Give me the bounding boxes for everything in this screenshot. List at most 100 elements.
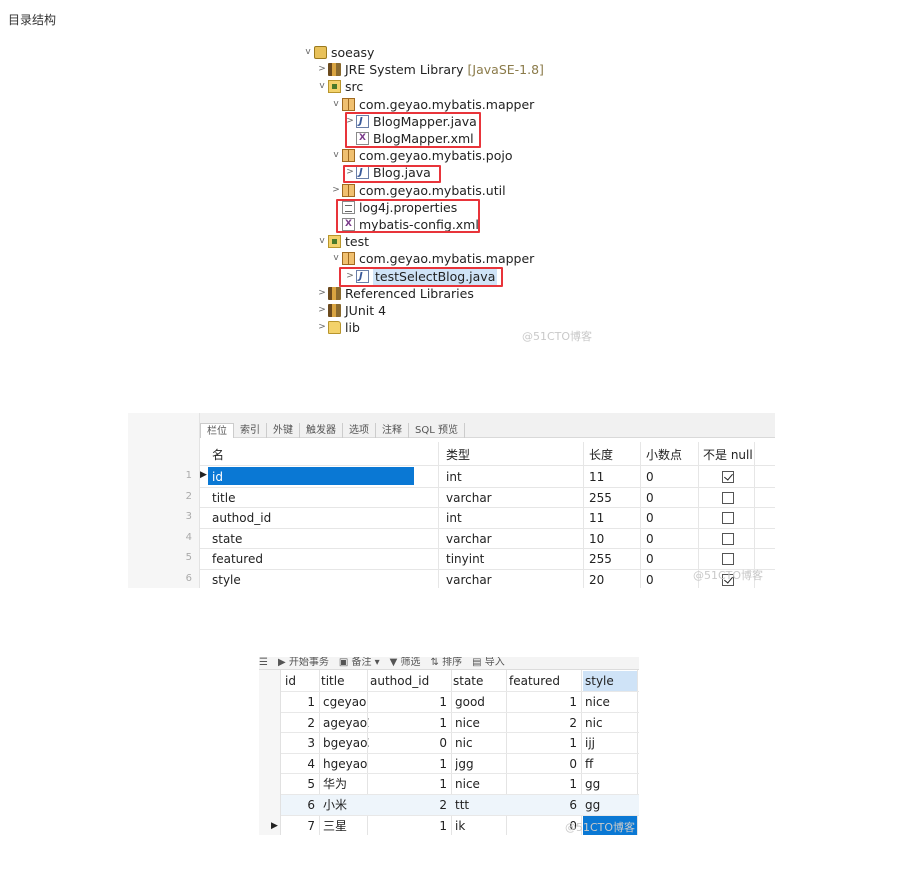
grid-cell-style[interactable]: gg — [585, 795, 637, 815]
chevron-right-icon[interactable]: > — [330, 182, 342, 199]
designer-cell-decimals[interactable]: 0 — [646, 571, 654, 588]
tree-item[interactable]: v com.geyao.mybatis.pojo — [330, 147, 512, 164]
grid-cell-id[interactable]: 2 — [283, 713, 315, 733]
designer-cell-type[interactable]: varchar — [446, 530, 492, 548]
designer-tab[interactable]: 索引 — [234, 423, 267, 438]
designer-cell-length[interactable]: 255 — [589, 489, 612, 507]
designer-column-header[interactable]: 名 — [212, 446, 224, 464]
chevron-down-icon[interactable]: v — [316, 78, 328, 95]
toolbar-button[interactable]: ▤ 导入 — [472, 657, 505, 668]
designer-cell-decimals[interactable]: 0 — [646, 509, 654, 527]
grid-cell-title[interactable]: 华为 — [323, 774, 369, 794]
grid-cell-id[interactable]: 4 — [283, 754, 315, 774]
designer-tab[interactable]: SQL 预览 — [409, 423, 465, 438]
grid-cell-state[interactable]: ik — [455, 816, 507, 835]
grid-cell-state[interactable]: nic — [455, 733, 507, 753]
grid-cell-state[interactable]: nice — [455, 713, 507, 733]
grid-cell-state[interactable]: nice — [455, 774, 507, 794]
grid-cell-id[interactable]: 7 — [283, 816, 315, 835]
grid-cell-authod-id[interactable]: 1 — [368, 774, 447, 794]
grid-column-header[interactable]: id — [285, 671, 315, 691]
designer-cell-type[interactable]: varchar — [446, 571, 492, 588]
designer-cell-length[interactable]: 20 — [589, 571, 604, 588]
designer-cell-length[interactable]: 11 — [589, 468, 604, 486]
grid-cell-featured[interactable]: 1 — [507, 774, 577, 794]
grid-cell-style[interactable]: nic — [585, 713, 637, 733]
grid-column-header[interactable]: style — [583, 671, 637, 691]
tree-item[interactable]: > Referenced Libraries — [316, 285, 474, 302]
not-null-checkbox[interactable] — [722, 491, 734, 504]
tree-item[interactable]: v src — [316, 78, 363, 95]
grid-cell-style[interactable]: nice — [585, 692, 637, 712]
grid-column-header[interactable]: authod_id — [370, 671, 450, 691]
tree-item[interactable]: v soeasy — [302, 44, 374, 61]
designer-column-header[interactable]: 类型 — [446, 446, 470, 464]
grid-cell-title[interactable]: cgeyao — [323, 692, 369, 712]
designer-cell-length[interactable]: 11 — [589, 509, 604, 527]
designer-cell-type[interactable]: int — [446, 509, 462, 527]
designer-cell-length[interactable]: 10 — [589, 530, 604, 548]
toolbar-button[interactable]: ▣ 备注 ▾ — [339, 657, 380, 668]
designer-column-header[interactable]: 长度 — [589, 446, 613, 464]
grid-cell-id[interactable]: 5 — [283, 774, 315, 794]
grid-cell-id[interactable]: 6 — [283, 795, 315, 815]
designer-cell-name[interactable]: style — [212, 571, 241, 588]
grid-cell-featured[interactable]: 0 — [507, 754, 577, 774]
grid-cell-featured[interactable]: 1 — [507, 692, 577, 712]
designer-cell-decimals[interactable]: 0 — [646, 550, 654, 568]
not-null-checkbox[interactable] — [722, 532, 734, 545]
tree-item[interactable]: > lib — [316, 319, 360, 336]
designer-cell-decimals[interactable]: 0 — [646, 489, 654, 507]
designer-cell-name[interactable]: state — [212, 530, 242, 548]
chevron-down-icon[interactable]: v — [330, 250, 342, 267]
grid-column-header[interactable]: title — [321, 671, 369, 691]
grid-cell-featured[interactable]: 2 — [507, 713, 577, 733]
grid-cell-state[interactable]: jgg — [455, 754, 507, 774]
grid-cell-authod-id[interactable]: 0 — [368, 733, 447, 753]
grid-cell-authod-id[interactable]: 1 — [368, 816, 447, 835]
grid-cell-style[interactable]: ijj — [585, 733, 637, 753]
grid-cell-authod-id[interactable]: 1 — [368, 713, 447, 733]
designer-cell-decimals[interactable]: 0 — [646, 530, 654, 548]
designer-cell-name[interactable]: featured — [212, 550, 263, 568]
grid-cell-state[interactable]: ttt — [455, 795, 507, 815]
tree-item[interactable]: > JRE System Library [JavaSE-1.8] — [316, 61, 544, 78]
designer-cell-type[interactable]: tinyint — [446, 550, 484, 568]
grid-cell-title[interactable]: bgeyao3 — [323, 733, 369, 753]
grid-cell-title[interactable]: 小米 — [323, 795, 369, 815]
tree-item[interactable]: > com.geyao.mybatis.util — [330, 182, 505, 199]
designer-column-header[interactable]: 小数点 — [646, 446, 682, 464]
not-null-checkbox[interactable] — [722, 471, 734, 483]
grid-cell-authod-id[interactable]: 1 — [368, 754, 447, 774]
toolbar-button[interactable]: ▶ 开始事务 — [278, 657, 329, 668]
chevron-down-icon[interactable]: v — [316, 233, 328, 250]
chevron-down-icon[interactable]: v — [330, 147, 342, 164]
toolbar-button[interactable]: ☰ — [259, 657, 268, 668]
designer-column-header[interactable]: 不是 null — [703, 446, 753, 464]
designer-cell-length[interactable]: 255 — [589, 550, 612, 568]
grid-cell-authod-id[interactable]: 2 — [368, 795, 447, 815]
grid-cell-title[interactable]: hgeyao — [323, 754, 369, 774]
designer-cell-decimals[interactable]: 0 — [646, 468, 654, 486]
designer-tab[interactable]: 注释 — [376, 423, 409, 438]
grid-cell-featured[interactable]: 6 — [507, 795, 577, 815]
tree-item[interactable]: v com.geyao.mybatis.mapper — [330, 250, 534, 267]
designer-tab[interactable]: 触发器 — [300, 423, 343, 438]
not-null-checkbox[interactable] — [722, 512, 734, 525]
designer-cell-name[interactable]: id — [212, 468, 223, 486]
grid-column-header[interactable]: featured — [509, 671, 581, 691]
designer-tab[interactable]: 栏位 — [200, 423, 234, 438]
designer-cell-name[interactable]: title — [212, 489, 235, 507]
designer-cell-type[interactable]: int — [446, 468, 462, 486]
not-null-checkbox[interactable] — [722, 553, 734, 566]
designer-cell-type[interactable]: varchar — [446, 489, 492, 507]
grid-cell-state[interactable]: good — [455, 692, 507, 712]
tree-item[interactable]: v com.geyao.mybatis.mapper — [330, 96, 534, 113]
grid-cell-id[interactable]: 1 — [283, 692, 315, 712]
grid-column-header[interactable]: state — [453, 671, 507, 691]
chevron-down-icon[interactable]: v — [330, 96, 342, 113]
chevron-right-icon[interactable]: > — [316, 302, 328, 319]
tree-item[interactable]: > JUnit 4 — [316, 302, 386, 319]
toolbar-button[interactable]: ⇅ 排序 — [431, 657, 463, 668]
designer-tab[interactable]: 选项 — [343, 423, 376, 438]
